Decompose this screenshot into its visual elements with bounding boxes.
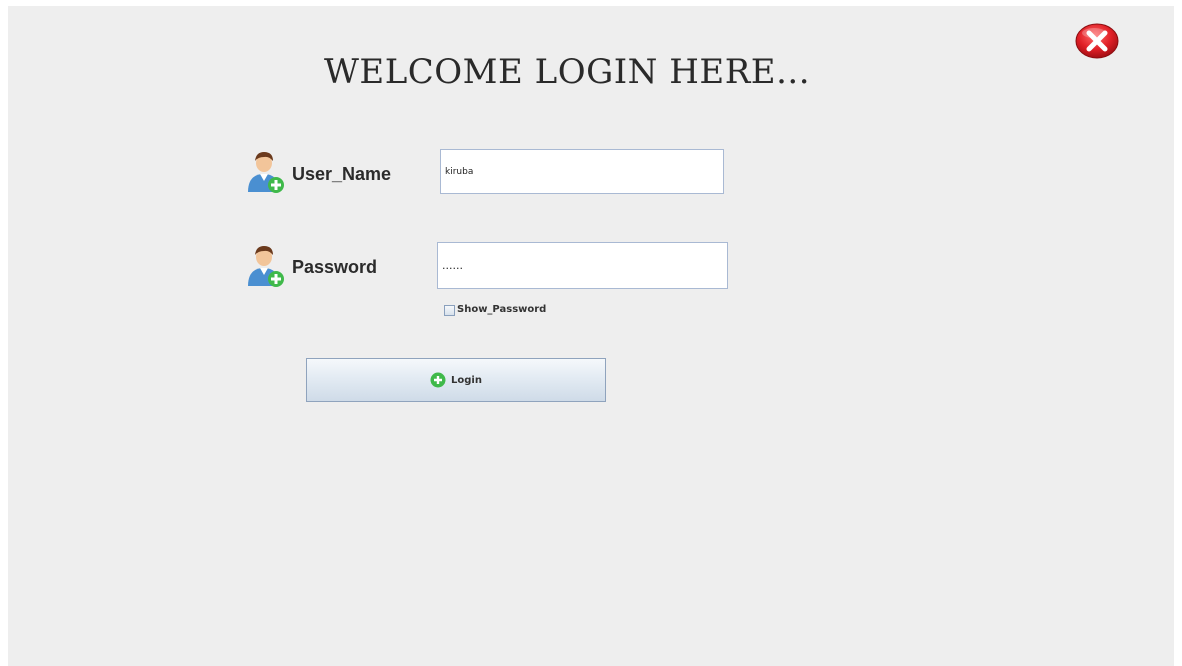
user-add-icon xyxy=(248,152,284,193)
password-label: Password xyxy=(292,257,378,277)
login-button[interactable]: Login xyxy=(306,358,606,402)
login-window: WELCOME LOGIN HERE... User_Name kiruba P… xyxy=(8,6,1174,666)
show-password-label: Show_Password xyxy=(457,304,547,315)
user-add-icon xyxy=(248,246,284,287)
login-label: Login xyxy=(451,374,482,386)
show-password-checkbox[interactable] xyxy=(444,305,455,316)
password-input[interactable] xyxy=(437,242,728,289)
page-title: WELCOME LOGIN HERE... xyxy=(323,52,811,92)
username-label: User_Name xyxy=(292,164,392,184)
close-icon xyxy=(1075,23,1119,59)
close-button[interactable] xyxy=(1074,22,1120,60)
plus-icon xyxy=(430,372,446,388)
username-input[interactable] xyxy=(440,149,724,194)
